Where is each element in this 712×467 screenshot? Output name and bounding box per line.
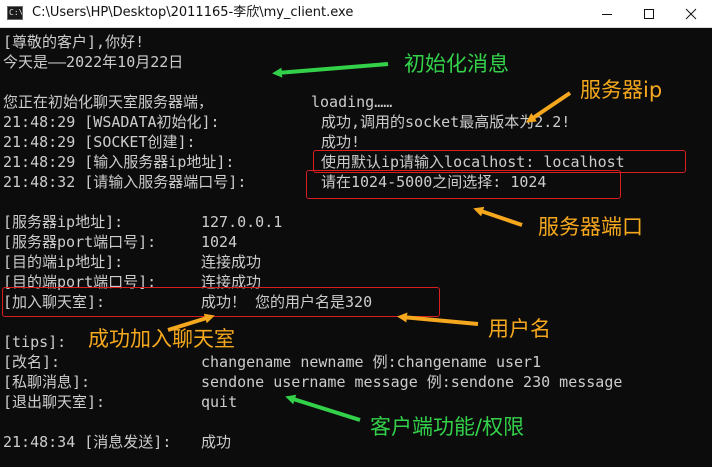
tips-line-private: [私聊消息]: sendone username message 例:sendo… [3, 372, 703, 392]
tips-command-usage: quit [201, 393, 238, 411]
log-line-wsadata: 21:48:29 [WSADATA初始化]: 成功,调用的socket最高版本为… [3, 112, 703, 132]
close-icon [685, 8, 697, 20]
tips-command-label: [私聊消息]: [3, 373, 91, 391]
minimize-icon [602, 14, 612, 15]
init-status: loading…… [311, 93, 393, 111]
tips-command-usage: sendone username message 例:sendone 230 m… [201, 373, 623, 391]
info-line-dest-ip: [目的端ip地址]: 连接成功 [3, 252, 703, 272]
tips-line-rename: [改名]: changename newname 例:changename us… [3, 352, 703, 372]
maximize-icon [644, 9, 654, 19]
info-value: 连接成功 [201, 253, 262, 271]
log-message: 成功! [321, 133, 361, 151]
log-time-tag: 21:48:34 [消息发送]: [3, 433, 172, 451]
log-message: 成功 [201, 433, 232, 451]
tips-line-quit: [退出聊天室]: quit [3, 392, 703, 412]
log-message: 成功,调用的socket最高版本为2.2! [321, 113, 571, 131]
info-label: [服务器ip地址]: [3, 213, 124, 231]
log-time-tag: 21:48:32 [请输入服务器端口号]: [3, 173, 247, 191]
tips-command-label: [退出聊天室]: [3, 393, 106, 411]
log-line-send: 21:48:34 [消息发送]: 成功 [3, 432, 703, 452]
info-value: 1024 [201, 233, 238, 251]
info-value: 127.0.0.1 [201, 213, 283, 231]
log-time-tag: 21:48:29 [WSADATA初始化]: [3, 113, 220, 131]
date-line: 今天是——2022年10月22日 [3, 53, 184, 71]
highlight-box-join [2, 287, 440, 317]
info-label: [目的端ip地址]: [3, 253, 124, 271]
log-time-tag: 21:48:29 [SOCKET创建]: [3, 133, 196, 151]
window-controls [586, 0, 712, 28]
maximize-button[interactable] [628, 0, 670, 28]
tips-command-usage: changename newname 例:changename user1 [201, 353, 542, 371]
annotation-client-functions: 客户端功能/权限 [370, 415, 525, 439]
tips-command-label: [改名]: [3, 353, 61, 371]
window-title: C:\Users\HP\Desktop\2011165-李欣\my_client… [32, 5, 354, 20]
minimize-button[interactable] [586, 0, 628, 28]
highlight-box-server-port [306, 170, 621, 199]
annotation-init-message: 初始化消息 [404, 52, 509, 76]
title-bar[interactable]: C:\ C:\Users\HP\Desktop\2011165-李欣\my_cl… [0, 0, 712, 28]
greeting-line: [尊敬的客户],你好! [3, 33, 145, 51]
console-icon: C:\ [7, 6, 23, 20]
console-window: C:\ C:\Users\HP\Desktop\2011165-李欣\my_cl… [0, 0, 712, 467]
tips-label: [tips]: [3, 333, 67, 351]
annotation-server-ip: 服务器ip [580, 78, 663, 102]
init-label: 您正在初始化聊天室服务器端， [3, 93, 214, 111]
info-label: [服务器port端口号]: [3, 233, 157, 251]
annotation-join-success: 成功加入聊天室 [88, 327, 235, 351]
close-button[interactable] [670, 0, 712, 28]
annotation-server-port: 服务器端口 [538, 215, 643, 239]
log-line-socket: 21:48:29 [SOCKET创建]: 成功! [3, 132, 703, 152]
log-time-tag: 21:48:29 [输入服务器ip地址]: [3, 153, 235, 171]
annotation-username: 用户名 [488, 317, 551, 341]
